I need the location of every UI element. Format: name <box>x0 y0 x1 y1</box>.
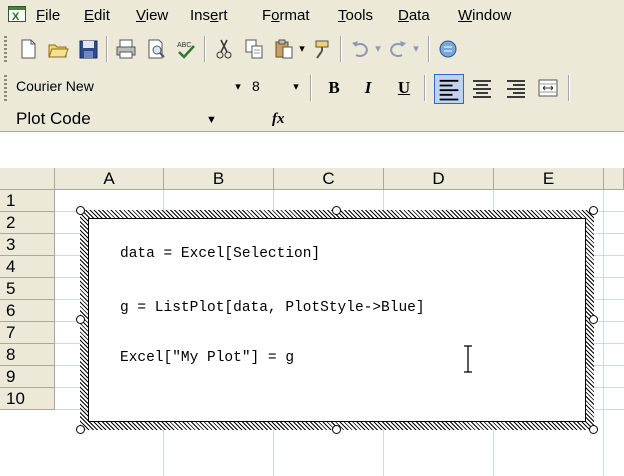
save-icon[interactable] <box>76 37 100 61</box>
code-line: g = ListPlot[data, PlotStyle->Blue] <box>120 300 425 316</box>
toolbar-separator <box>424 75 425 101</box>
row-header-5[interactable]: 5 <box>0 278 55 300</box>
menu-format[interactable]: Format <box>262 7 310 24</box>
column-header-c[interactable]: C <box>274 168 384 190</box>
row-header-9[interactable]: 9 <box>0 366 55 388</box>
column-header-b[interactable]: B <box>164 168 274 190</box>
font-size-field[interactable]: 8 <box>248 75 288 99</box>
menu-data[interactable]: Data <box>398 7 430 24</box>
align-center-icon[interactable] <box>470 76 494 100</box>
row-header-6[interactable]: 6 <box>0 300 55 322</box>
redo-dropdown-icon[interactable]: ▾ <box>408 37 424 61</box>
bold-button[interactable]: B <box>322 76 346 100</box>
formula-bar-area <box>0 131 624 169</box>
print-preview-icon[interactable] <box>144 37 168 61</box>
redo-icon[interactable] <box>386 37 410 61</box>
paste-dropdown-icon[interactable]: ▾ <box>294 37 310 61</box>
column-header-partial[interactable] <box>604 168 624 190</box>
svg-text:ABC: ABC <box>177 42 191 49</box>
menu-window[interactable]: Window <box>458 7 511 24</box>
row-header-2[interactable]: 2 <box>0 212 55 234</box>
undo-icon[interactable] <box>348 37 372 61</box>
format-painter-icon[interactable] <box>310 37 334 61</box>
code-line: Excel["My Plot"] = g <box>120 350 295 366</box>
resize-handle[interactable] <box>589 315 598 324</box>
insert-function-icon[interactable]: fx <box>272 108 285 130</box>
standard-toolbar: ABC ▾ ▾ ▾ <box>0 30 624 68</box>
resize-handle[interactable] <box>332 206 341 215</box>
copy-icon[interactable] <box>242 37 266 61</box>
excel-app-icon[interactable]: X <box>8 6 26 23</box>
font-name-field[interactable]: Courier New <box>12 75 232 99</box>
resize-handle[interactable] <box>76 206 85 215</box>
row-header-1[interactable]: 1 <box>0 190 55 212</box>
resize-handle[interactable] <box>76 425 85 434</box>
row-header-7[interactable]: 7 <box>0 322 55 344</box>
underline-button[interactable]: U <box>392 76 416 100</box>
undo-dropdown-icon[interactable]: ▾ <box>370 37 386 61</box>
menu-file[interactable]: File <box>36 7 60 24</box>
resize-handle[interactable] <box>76 315 85 324</box>
svg-text:X: X <box>12 11 20 22</box>
code-line: data = Excel[Selection] <box>120 246 321 262</box>
select-all-button[interactable] <box>0 168 55 190</box>
menu-edit[interactable]: Edit <box>84 7 110 24</box>
merge-center-icon[interactable] <box>536 76 560 100</box>
name-box[interactable]: Plot Code <box>8 108 228 130</box>
new-icon[interactable] <box>16 37 40 61</box>
font-size-dropdown-icon[interactable]: ▾ <box>288 75 304 99</box>
formatting-toolbar: Courier New ▾ 8 ▾ B I U <box>0 69 624 107</box>
resize-handle[interactable] <box>589 206 598 215</box>
menu-view[interactable]: View <box>136 7 168 24</box>
menu-insert[interactable]: Insert <box>190 7 228 24</box>
toolbar-separator <box>106 36 107 62</box>
cut-icon[interactable] <box>212 37 236 61</box>
font-name-dropdown-icon[interactable]: ▾ <box>230 75 246 99</box>
column-header-d[interactable]: D <box>384 168 494 190</box>
resize-handle[interactable] <box>332 425 341 434</box>
column-header-a[interactable]: A <box>55 168 164 190</box>
paste-icon[interactable] <box>272 37 296 61</box>
toolbar-separator <box>428 36 429 62</box>
toolbar-separator <box>310 75 311 101</box>
toolbar-grip[interactable] <box>4 75 7 101</box>
resize-handle[interactable] <box>589 425 598 434</box>
row-header-10[interactable]: 10 <box>0 388 55 410</box>
column-header-e[interactable]: E <box>494 168 604 190</box>
spelling-icon[interactable]: ABC <box>174 37 198 61</box>
row-header-4[interactable]: 4 <box>0 256 55 278</box>
row-header-3[interactable]: 3 <box>0 234 55 256</box>
row-header-8[interactable]: 8 <box>0 344 55 366</box>
toolbar-separator <box>568 75 569 101</box>
formula-bar: Plot Code ▼ fx <box>0 108 624 130</box>
toolbar-grip[interactable] <box>4 36 7 62</box>
align-left-button[interactable] <box>434 74 464 104</box>
hyperlink-icon[interactable] <box>436 37 460 61</box>
align-right-icon[interactable] <box>504 76 528 100</box>
toolbar-separator <box>204 36 205 62</box>
formula-input[interactable] <box>300 108 624 130</box>
print-icon[interactable] <box>114 37 138 61</box>
italic-button[interactable]: I <box>356 76 380 100</box>
menu-bar: X File Edit View Insert Format Tools Data Windo… <box>0 0 624 30</box>
gridline <box>603 190 604 476</box>
menu-tools[interactable]: Tools <box>338 7 373 24</box>
toolbar-separator <box>340 36 341 62</box>
name-box-dropdown-icon[interactable]: ▼ <box>206 114 217 126</box>
open-icon[interactable] <box>46 37 70 61</box>
text-cursor-icon <box>462 345 474 373</box>
